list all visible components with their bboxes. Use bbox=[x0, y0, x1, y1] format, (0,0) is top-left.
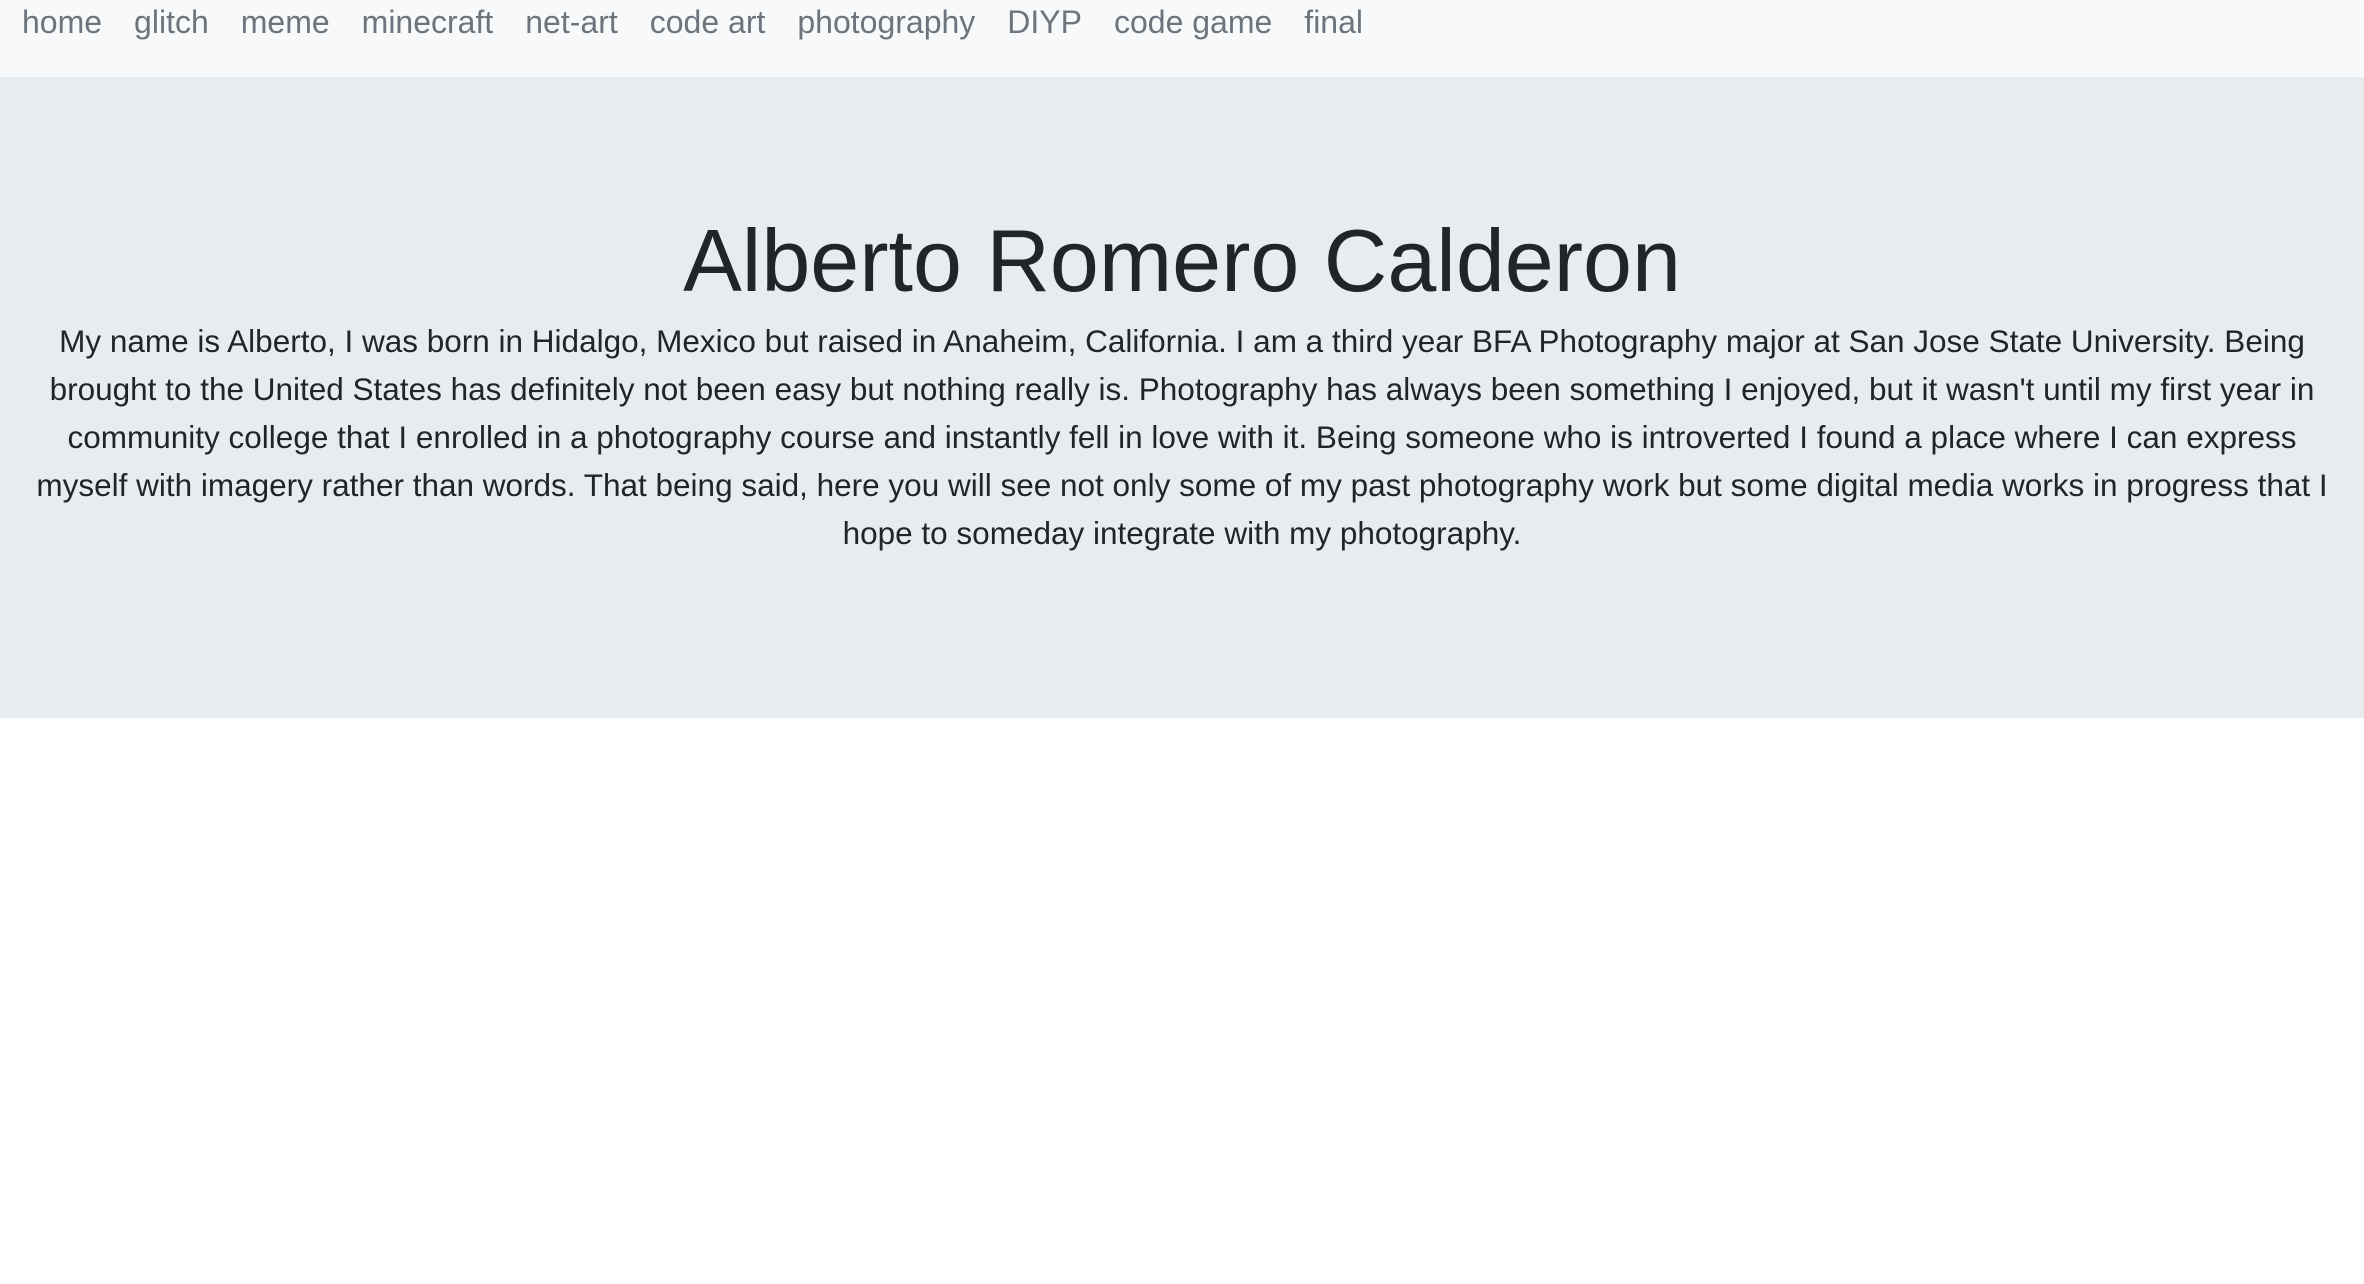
bio-paragraph: My name is Alberto, I was born in Hidalg… bbox=[36, 323, 2328, 551]
nav-link-minecraft[interactable]: minecraft bbox=[362, 0, 494, 44]
nav-list: home glitch meme minecraft net-art code … bbox=[0, 0, 2364, 77]
nav-item-photography: photography bbox=[797, 0, 1007, 44]
top-navbar: home glitch meme minecraft net-art code … bbox=[0, 0, 2364, 77]
nav-link-photography[interactable]: photography bbox=[797, 0, 975, 44]
nav-link-code-game[interactable]: code game bbox=[1114, 0, 1272, 44]
nav-item-code-game: code game bbox=[1114, 0, 1304, 44]
nav-link-code-art[interactable]: code art bbox=[650, 0, 766, 44]
nav-link-meme[interactable]: meme bbox=[241, 0, 330, 44]
nav-item-code-art: code art bbox=[650, 0, 798, 44]
nav-item-home: home bbox=[22, 0, 134, 44]
nav-link-net-art[interactable]: net-art bbox=[525, 0, 617, 44]
nav-item-net-art: net-art bbox=[525, 0, 649, 44]
page-title: Alberto Romero Calderon bbox=[683, 211, 1681, 310]
nav-item-diyp: DIYP bbox=[1007, 0, 1114, 44]
nav-link-final[interactable]: final bbox=[1304, 0, 1363, 44]
nav-item-final: final bbox=[1304, 0, 1395, 44]
nav-item-meme: meme bbox=[241, 0, 362, 44]
nav-link-diyp[interactable]: DIYP bbox=[1007, 0, 1082, 44]
nav-link-home[interactable]: home bbox=[22, 0, 102, 44]
hero-section: Alberto Romero Calderon My name is Alber… bbox=[0, 77, 2364, 718]
nav-link-glitch[interactable]: glitch bbox=[134, 0, 209, 44]
nav-item-glitch: glitch bbox=[134, 0, 241, 44]
nav-item-minecraft: minecraft bbox=[362, 0, 526, 44]
